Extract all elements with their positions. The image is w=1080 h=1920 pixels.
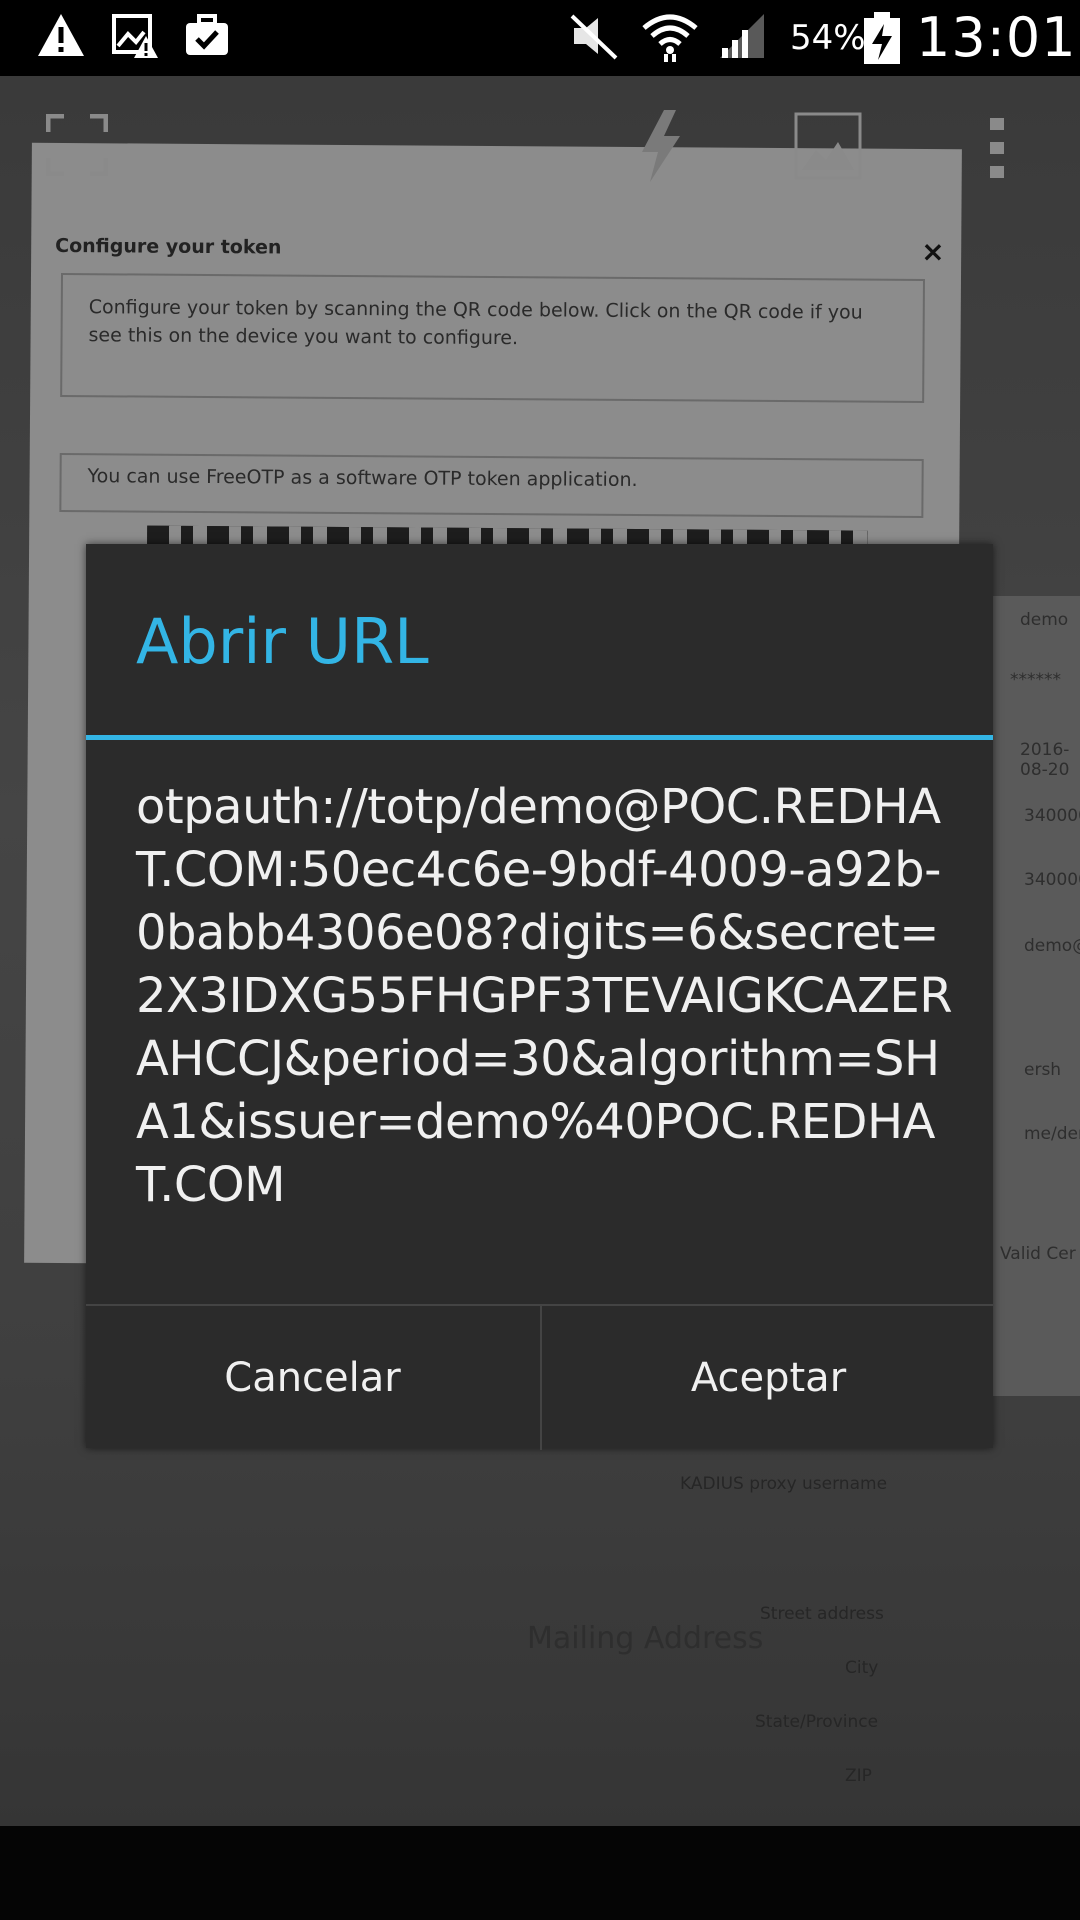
bg-text: ersh (1024, 1060, 1062, 1080)
bottom-dark-area (0, 1826, 1080, 1920)
image-warning-icon (112, 14, 158, 58)
paper-notice-text: Configure your token by scanning the QR … (88, 296, 863, 350)
wifi-icon (642, 14, 698, 62)
open-url-dialog: Abrir URL otpauth://totp/demo@POC.REDHAT… (86, 544, 993, 1450)
gallery-icon[interactable] (794, 112, 862, 180)
warning-icon (38, 14, 84, 56)
dialog-url-message: otpauth://totp/demo@POC.REDHAT.COM:50ec4… (136, 779, 953, 1213)
scan-frame-icon[interactable] (46, 114, 108, 176)
bg-text: demo@POC.R (1024, 936, 1080, 956)
bg-text: 3400006 (1024, 806, 1080, 826)
bg-text: KADIUS proxy username (680, 1474, 888, 1494)
clock: 13:01 (916, 6, 1077, 69)
bg-text: Valid Cer (1000, 1244, 1076, 1264)
bg-text: ZIP (845, 1766, 872, 1786)
battery-percent: 54% (790, 18, 866, 58)
dialog-title-divider (86, 735, 993, 740)
bg-text: Street address (760, 1604, 884, 1624)
dialog-title: Abrir URL (136, 605, 429, 678)
bg-text: City (845, 1658, 879, 1678)
paper-close-icon: × (921, 234, 945, 269)
dialog-button-bar: Cancelar Aceptar (86, 1304, 993, 1450)
briefcase-check-icon (186, 14, 228, 55)
status-bar: 54% 13:01 (0, 0, 1080, 76)
mute-icon (570, 14, 618, 60)
battery-charging-icon (864, 12, 900, 64)
cancel-button[interactable]: Cancelar (86, 1306, 539, 1450)
bg-text: State/Province (755, 1712, 879, 1732)
overflow-menu-icon[interactable] (986, 116, 1008, 180)
accept-button[interactable]: Aceptar (540, 1306, 995, 1450)
bg-heading: Mailing Address (527, 1621, 764, 1656)
bg-text: me/demo (1024, 1124, 1080, 1144)
signal-icon (720, 14, 764, 58)
bg-text: 3400006 (1024, 870, 1080, 890)
bg-text: 2016-08-20 (1020, 740, 1070, 780)
flash-icon[interactable] (636, 108, 686, 184)
bg-text: ****** (1010, 670, 1061, 690)
paper-title: Configure your token (55, 234, 282, 259)
bg-text: demo (1020, 610, 1069, 630)
